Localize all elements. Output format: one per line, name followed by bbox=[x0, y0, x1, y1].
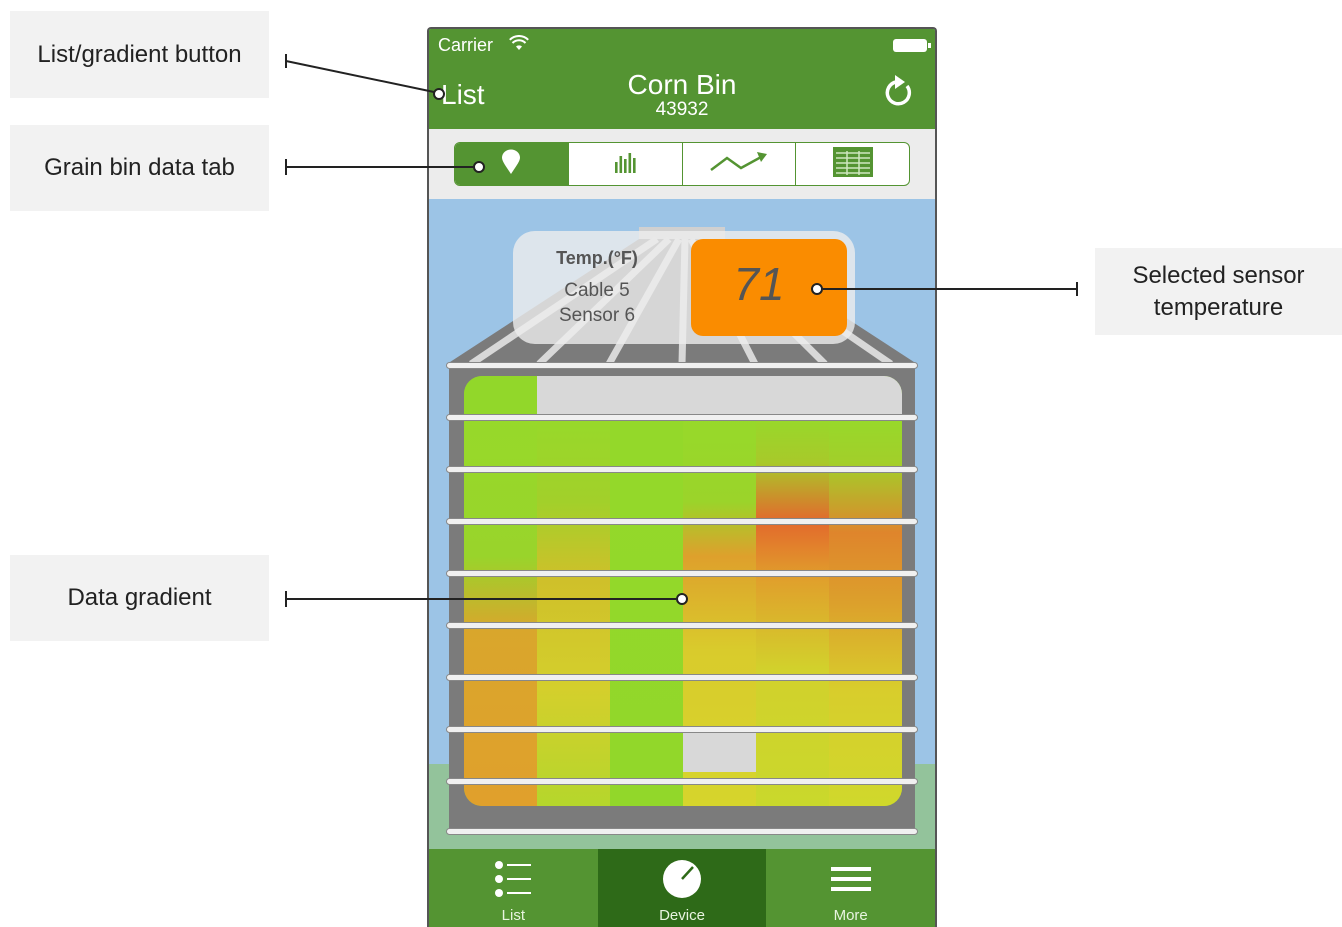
bar-chart-icon bbox=[613, 150, 637, 179]
heat-empty-top bbox=[537, 376, 902, 416]
menu-icon bbox=[830, 859, 871, 904]
bin-ring bbox=[446, 570, 918, 577]
callout-selected-sensor-temperature: Selected sensor temperature bbox=[1095, 248, 1342, 335]
bin-ring bbox=[446, 674, 918, 681]
tab-list[interactable]: List bbox=[429, 849, 598, 927]
bin-ring bbox=[446, 778, 918, 785]
bin-ring bbox=[446, 518, 918, 525]
callout-data-gradient: Data gradient bbox=[10, 555, 269, 641]
bin-ring bbox=[446, 414, 918, 421]
status-bar: Carrier bbox=[429, 29, 935, 59]
heat-no-data-cell bbox=[683, 733, 756, 772]
cable-column-3[interactable] bbox=[610, 416, 683, 806]
heat-cell-top bbox=[464, 376, 537, 416]
bin-id: 43932 bbox=[655, 99, 709, 120]
phone-screen: Carrier List Corn Bin 43932 Temp.(°F) Ca… bbox=[427, 27, 937, 927]
table-icon bbox=[832, 146, 874, 183]
carrier-label: Carrier bbox=[438, 35, 494, 55]
trend-line-icon bbox=[709, 150, 769, 179]
nav-bar: List Corn Bin 43932 bbox=[429, 59, 935, 129]
sensor-label: Sensor 6 bbox=[558, 305, 636, 326]
bin-ring bbox=[446, 466, 918, 473]
gauge-icon bbox=[662, 859, 702, 904]
grain-bin-data-tabs bbox=[429, 129, 935, 199]
data-gradient[interactable] bbox=[464, 376, 902, 806]
cable-column-1[interactable] bbox=[464, 416, 537, 806]
callout-text: Data gradient bbox=[67, 584, 212, 612]
tab-label: Device bbox=[659, 907, 705, 924]
segmented-control bbox=[454, 142, 910, 186]
bin-ring bbox=[446, 622, 918, 629]
sensor-info-card: Temp.(°F) Cable 5 Sensor 6 71 bbox=[513, 231, 855, 344]
tab-label: More bbox=[833, 907, 868, 924]
battery-icon bbox=[893, 39, 931, 52]
tab-bar-chart[interactable] bbox=[569, 143, 683, 185]
cable-column-2[interactable] bbox=[537, 416, 610, 806]
callout-grain-bin-data-tab: Grain bin data tab bbox=[10, 125, 269, 211]
callout-list-gradient-button: List/gradient button bbox=[10, 11, 269, 98]
tab-more[interactable]: More bbox=[766, 849, 935, 927]
tab-trend-chart[interactable] bbox=[683, 143, 797, 185]
page-title: Corn Bin bbox=[627, 69, 737, 100]
temperature-value: 71 bbox=[733, 258, 785, 310]
bin-ring bbox=[446, 362, 918, 369]
bin-ring bbox=[446, 726, 918, 733]
callout-text: List/gradient button bbox=[37, 40, 242, 68]
refresh-icon[interactable] bbox=[881, 74, 915, 115]
wifi-icon bbox=[509, 35, 529, 56]
bin-ring bbox=[446, 828, 918, 835]
selected-sensor-temperature: 71 bbox=[691, 239, 847, 336]
cable-column-6[interactable] bbox=[829, 416, 902, 806]
tab-bin-map[interactable] bbox=[455, 143, 569, 185]
callout-text: Selected sensor temperature bbox=[1132, 262, 1305, 321]
tab-data-table[interactable] bbox=[796, 143, 909, 185]
tab-device[interactable]: Device bbox=[597, 849, 767, 927]
cable-column-5[interactable] bbox=[756, 416, 829, 806]
callout-text: Grain bin data tab bbox=[44, 154, 235, 182]
tab-label: List bbox=[501, 907, 525, 924]
tab-bar: List Device More bbox=[429, 849, 935, 927]
map-pin-icon bbox=[501, 149, 521, 180]
metric-label: Temp.(°F) bbox=[556, 248, 638, 268]
cable-label: Cable 5 bbox=[564, 280, 630, 301]
list-icon bbox=[493, 859, 533, 904]
